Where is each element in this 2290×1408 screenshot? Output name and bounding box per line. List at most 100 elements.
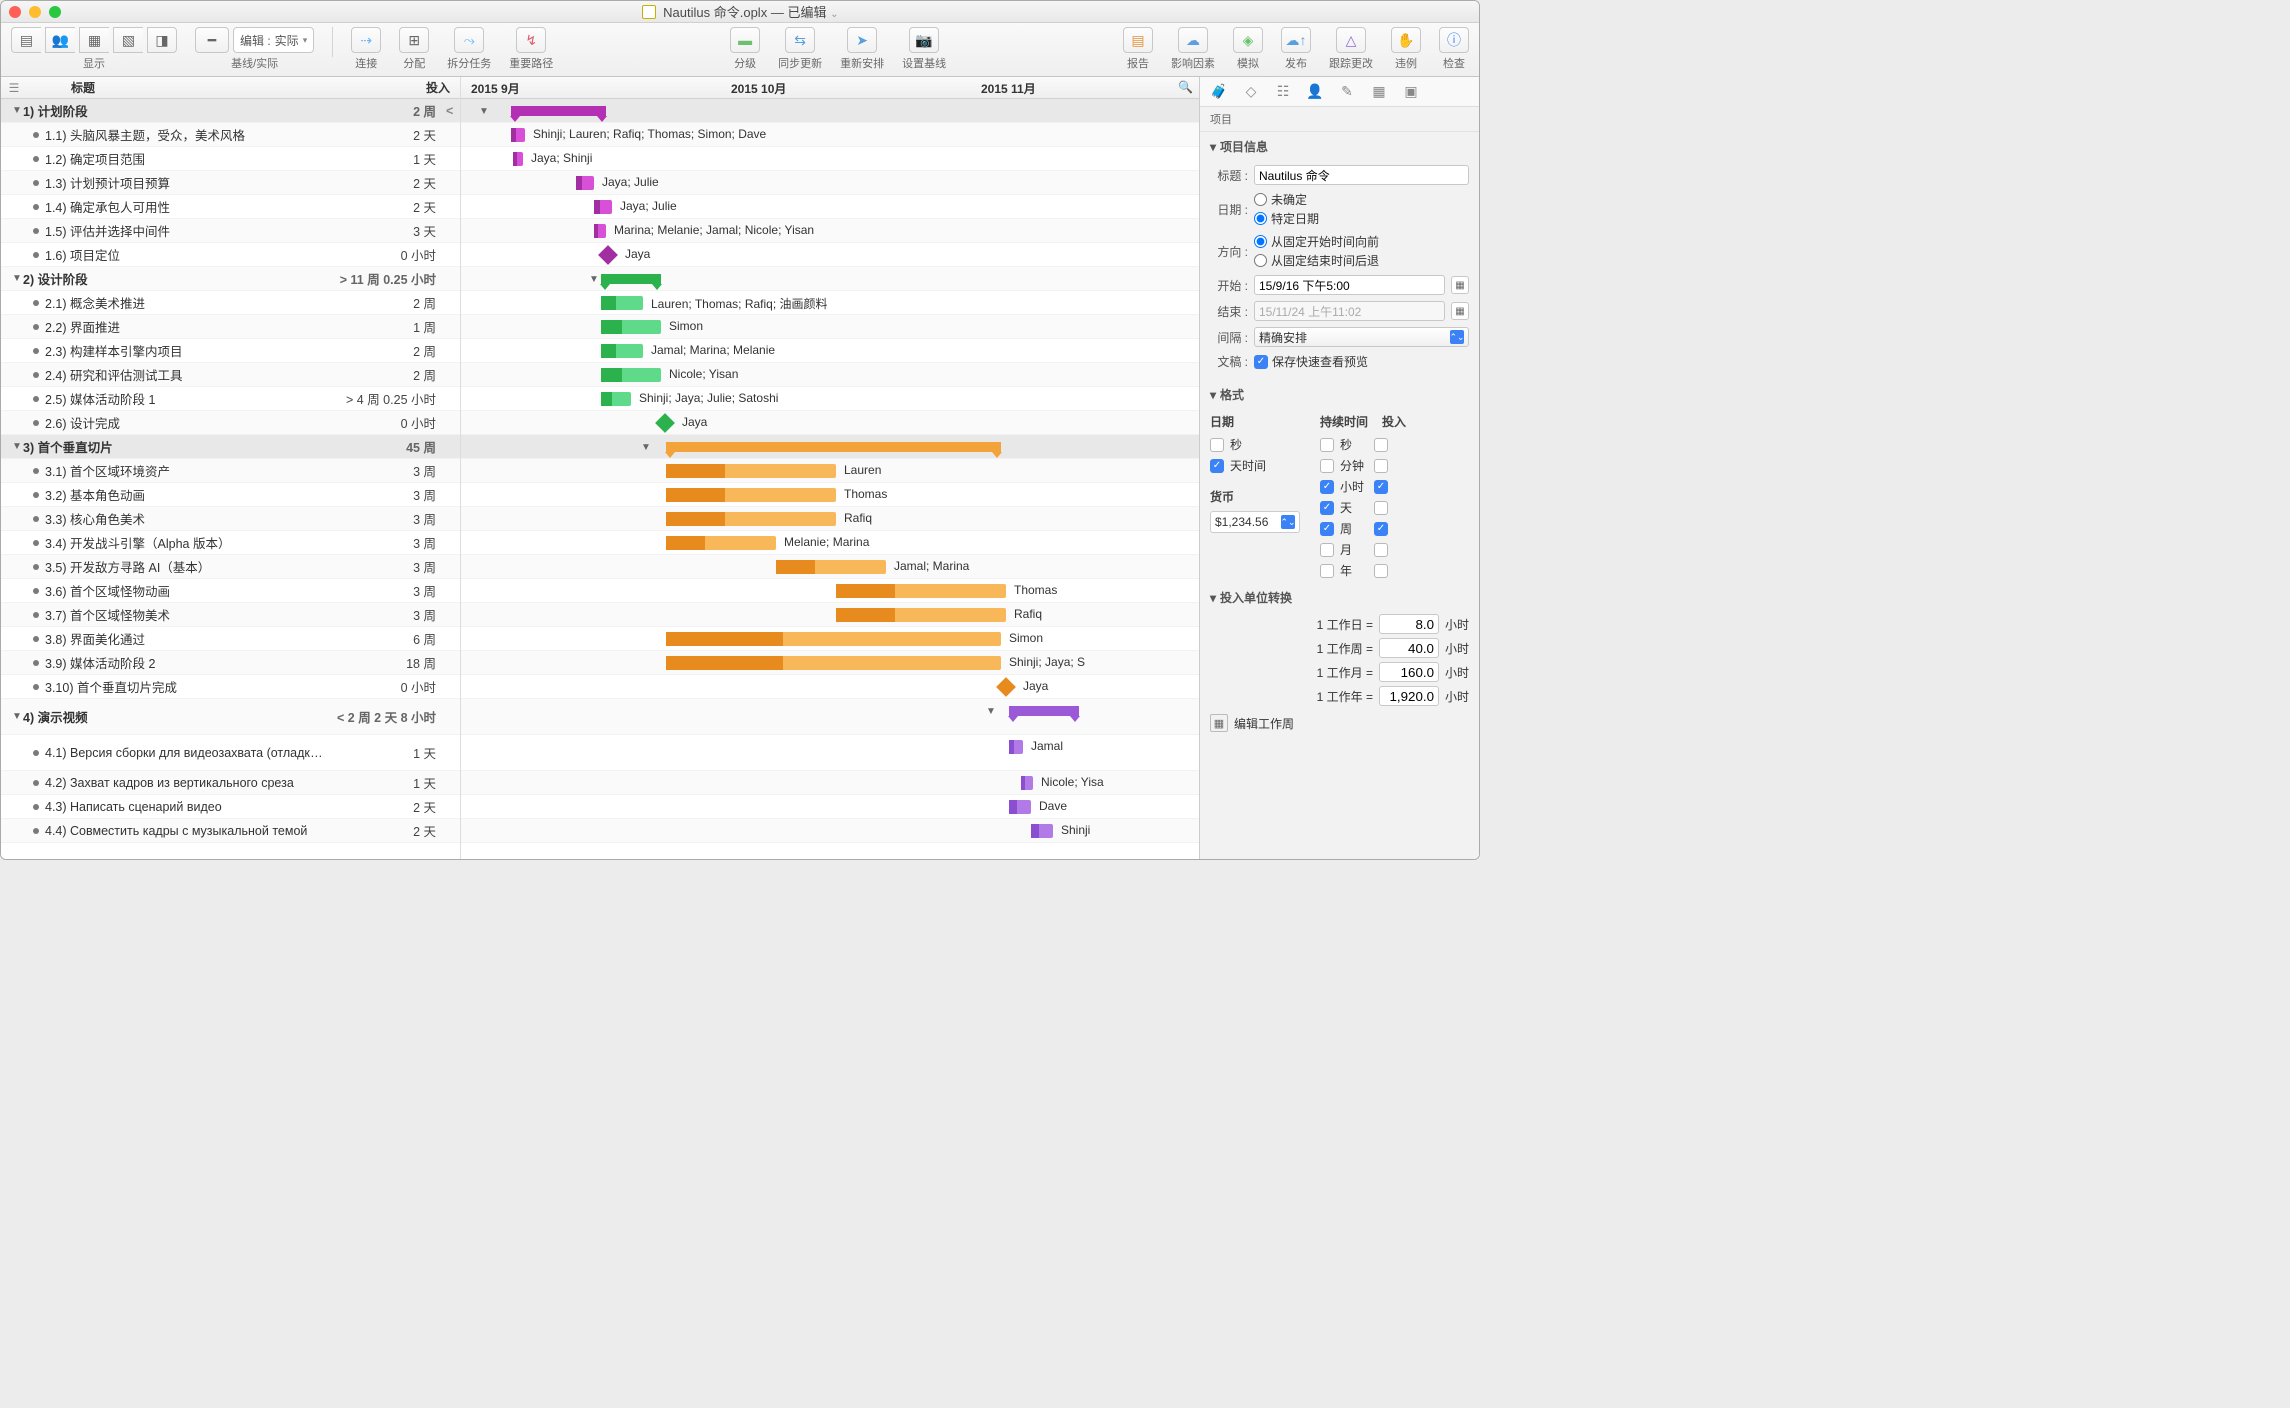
baseline-toggle-button[interactable]: ━ [195, 27, 229, 53]
currency-select[interactable]: $1,234.56⌃⌄ [1210, 511, 1300, 533]
gantt-row[interactable]: Dave [461, 795, 1199, 819]
eff-sec[interactable] [1374, 438, 1388, 452]
reschedule-button[interactable]: ➤ [847, 27, 877, 53]
task-row[interactable]: 1.1) 头脑风暴主题，受众，美术风格2 天 [1, 123, 460, 147]
summary-bar[interactable] [601, 274, 661, 284]
task-bar[interactable] [1009, 740, 1023, 754]
gantt-row[interactable]: Jamal; Marina [461, 555, 1199, 579]
gantt-row[interactable]: Shinji; Jaya; S [461, 651, 1199, 675]
gantt-row[interactable]: Rafiq [461, 603, 1199, 627]
gantt-row[interactable]: Jaya [461, 411, 1199, 435]
gantt-row[interactable]: Jaya; Julie [461, 171, 1199, 195]
gantt-row[interactable]: ▼ [461, 267, 1199, 291]
inspector-tab-project[interactable]: 🧳 [1208, 81, 1230, 103]
inspector-tab-milestone[interactable]: ◇ [1240, 81, 1262, 103]
disclosure-triangle[interactable]: ▼ [11, 273, 23, 284]
dur-month[interactable] [1320, 543, 1334, 557]
edit-work-week-button[interactable]: ▦ 编辑工作周 [1200, 708, 1479, 738]
task-row[interactable]: 4.4) Совместить кадры с музыкальной темо… [1, 819, 460, 843]
split-task-button[interactable]: ⤳ [454, 27, 484, 53]
group-row[interactable]: ▼2) 设计阶段> 11 周 0.25 小时 [1, 267, 460, 291]
task-row[interactable]: 3.5) 开发敌方寻路 AI（基本）3 周 [1, 555, 460, 579]
task-row[interactable]: 2.6) 设计完成0 小时 [1, 411, 460, 435]
date-specific-radio[interactable]: 特定日期 [1254, 210, 1319, 227]
task-bar[interactable] [776, 560, 886, 574]
inspector-tab-custom[interactable]: ▣ [1400, 81, 1422, 103]
task-bar[interactable] [1021, 776, 1033, 790]
task-bar[interactable] [666, 464, 836, 478]
dur-year[interactable] [1320, 564, 1334, 578]
task-row[interactable]: 1.4) 确定承包人可用性2 天 [1, 195, 460, 219]
task-bar[interactable] [601, 344, 643, 358]
timeline-header[interactable]: 2015 9月 2015 10月 2015 11月 🔍 [461, 77, 1199, 99]
group-row[interactable]: ▼1) 计划阶段2 周< [1, 99, 460, 123]
baseline-edit-combo[interactable]: 编辑 : 实际 ▾ [233, 27, 314, 53]
summary-bar[interactable] [1009, 706, 1079, 716]
dur-week[interactable]: ✓ [1320, 522, 1334, 536]
report-button[interactable]: ▤ [1123, 27, 1153, 53]
task-row[interactable]: 4.2) Захват кадров из вертикального срез… [1, 771, 460, 795]
violations-button[interactable]: ✋ [1391, 27, 1421, 53]
task-bar[interactable] [666, 488, 836, 502]
sync-button[interactable]: ⇆ [785, 27, 815, 53]
gantt-row[interactable]: Jaya [461, 243, 1199, 267]
task-row[interactable]: 2.1) 概念美术推进2 周 [1, 291, 460, 315]
section-conversion[interactable]: ▾ 投入单位转换 [1200, 583, 1479, 612]
dur-sec[interactable] [1320, 438, 1334, 452]
gantt-row[interactable]: Shinji; Lauren; Rafiq; Thomas; Simon; Da… [461, 123, 1199, 147]
summary-bar[interactable] [666, 442, 1001, 452]
date-undetermined-radio[interactable]: 未确定 [1254, 191, 1319, 208]
view-outline-button[interactable]: ▤ [11, 27, 41, 53]
gantt-row[interactable]: Jaya [461, 675, 1199, 699]
task-row[interactable]: 4.3) Написать сценарий видео2 天 [1, 795, 460, 819]
task-bar[interactable] [594, 200, 612, 214]
task-bar[interactable] [576, 176, 594, 190]
task-bar[interactable] [1031, 824, 1053, 838]
task-row[interactable]: 2.5) 媒体活动阶段 1> 4 周 0.25 小时 [1, 387, 460, 411]
task-bar[interactable] [666, 632, 1001, 646]
fmt-sec-check[interactable]: 秒 [1210, 436, 1300, 453]
view-calendar-button[interactable]: ▦ [79, 27, 109, 53]
dur-hour[interactable]: ✓ [1320, 480, 1334, 494]
task-bar[interactable] [601, 368, 661, 382]
gantt-row[interactable]: Nicole; Yisa [461, 771, 1199, 795]
gantt-row[interactable]: Marina; Melanie; Jamal; Nicole; Yisan [461, 219, 1199, 243]
status-column-icon[interactable]: ☰ [1, 81, 27, 95]
task-bar[interactable] [601, 320, 661, 334]
gantt-row[interactable]: Jaya; Julie [461, 195, 1199, 219]
view-styles-button[interactable]: ◨ [147, 27, 177, 53]
eff-hour[interactable]: ✓ [1374, 480, 1388, 494]
inspector-tab-task[interactable]: ☷ [1272, 81, 1294, 103]
eff-month[interactable] [1374, 543, 1388, 557]
level-button[interactable]: ▬ [730, 27, 760, 53]
gantt-row[interactable]: ▼ [461, 99, 1199, 123]
group-disclosure[interactable]: ▼ [479, 106, 489, 117]
conv-day-input[interactable] [1379, 614, 1439, 634]
gantt-row[interactable]: Nicole; Yisan [461, 363, 1199, 387]
view-network-button[interactable]: ▧ [113, 27, 143, 53]
zoom-icon[interactable]: 🔍 [1178, 80, 1193, 94]
task-row[interactable]: 1.3) 计划预计项目预算2 天 [1, 171, 460, 195]
task-row[interactable]: 3.9) 媒体活动阶段 218 周 [1, 651, 460, 675]
disclosure-triangle[interactable]: ▼ [11, 711, 23, 722]
task-bar[interactable] [513, 152, 523, 166]
section-format[interactable]: ▾ 格式 [1200, 380, 1479, 409]
task-bar[interactable] [666, 656, 1001, 670]
inspector-tab-columns[interactable]: ▦ [1368, 81, 1390, 103]
task-bar[interactable] [1009, 800, 1031, 814]
gantt-row[interactable]: Thomas [461, 579, 1199, 603]
task-bar[interactable] [511, 128, 525, 142]
milestone-diamond[interactable] [598, 245, 618, 265]
effort-column-header[interactable]: 投入 [340, 79, 460, 96]
gantt-row[interactable]: Rafiq [461, 507, 1199, 531]
gantt-body[interactable]: ▼ Shinji; Lauren; Rafiq; Thomas; Simon; D… [461, 99, 1199, 859]
quicklook-checkbox[interactable]: ✓ 保存快速查看预览 [1254, 353, 1368, 370]
assign-button[interactable]: ⊞ [399, 27, 429, 53]
task-row[interactable]: 3.4) 开发战斗引擎（Alpha 版本）3 周 [1, 531, 460, 555]
task-bar[interactable] [666, 512, 836, 526]
dur-min[interactable] [1320, 459, 1334, 473]
conv-year-input[interactable] [1379, 686, 1439, 706]
task-row[interactable]: 3.2) 基本角色动画3 周 [1, 483, 460, 507]
view-resources-button[interactable]: 👥 [45, 27, 75, 53]
milestone-diamond[interactable] [655, 413, 675, 433]
